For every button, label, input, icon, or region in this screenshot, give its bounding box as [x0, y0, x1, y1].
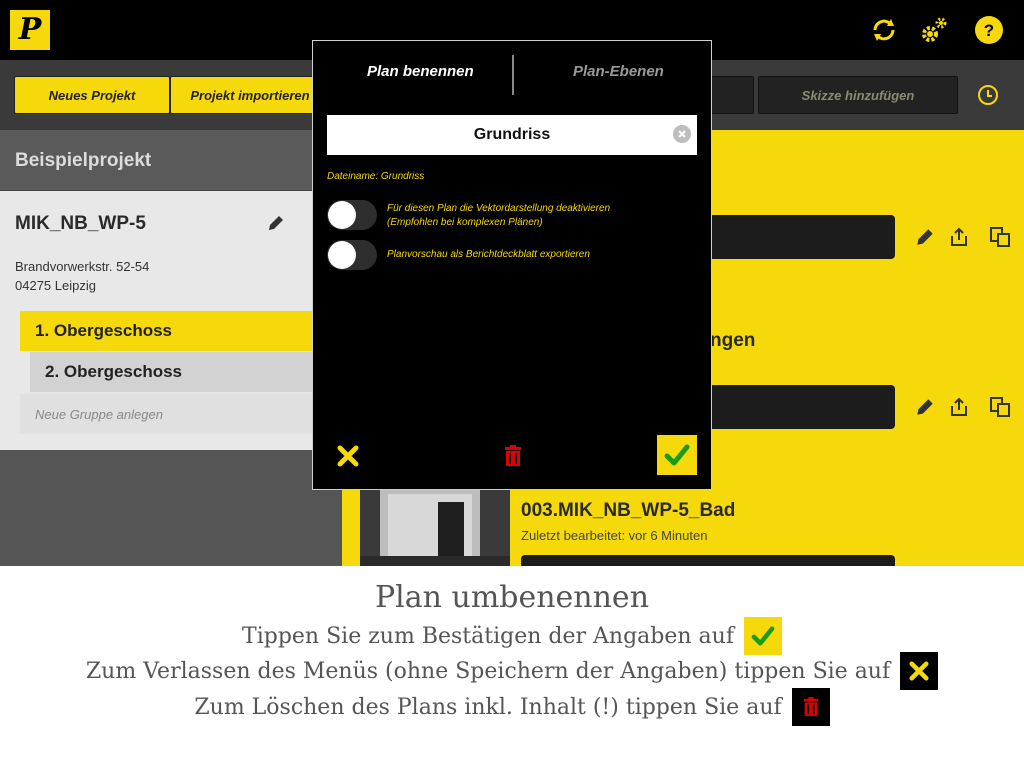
instruction-delete-text: Zum Löschen des Plans inkl. Inhalt (!) t… — [194, 694, 782, 720]
plan-name-input[interactable] — [327, 115, 697, 155]
settings-gears-icon[interactable] — [918, 14, 950, 46]
rename-plan-modal: Plan benennen Plan-Ebenen Dateiname: Gru… — [312, 40, 712, 490]
tab-divider — [512, 55, 514, 95]
instruction-confirm: Tippen Sie zum Bestätigen der Angaben au… — [0, 617, 1024, 655]
help-icon[interactable]: ? — [973, 14, 1005, 46]
close-x-icon — [337, 445, 359, 467]
vector-display-toggle[interactable] — [327, 200, 377, 230]
plan-title: ngen — [710, 330, 756, 351]
svg-text:?: ? — [984, 21, 994, 40]
cover-export-label: Planvorschau als Berichtdeckblatt export… — [387, 248, 590, 262]
instructions-panel: Plan umbenennen Tippen Sie zum Bestätige… — [0, 566, 1024, 768]
checkmark-icon — [743, 617, 782, 655]
import-project-button[interactable]: Projekt importieren — [170, 76, 330, 114]
duplicate-icon[interactable] — [987, 224, 1013, 250]
trash-icon — [505, 445, 521, 466]
instruction-delete: Zum Löschen des Plans inkl. Inhalt (!) t… — [0, 688, 1024, 726]
edit-pencil-icon[interactable] — [266, 213, 286, 238]
confirm-button[interactable] — [657, 435, 697, 475]
project-address-street: Brandvorwerkstr. 52-54 — [15, 259, 150, 274]
history-clock-icon[interactable] — [976, 83, 1000, 112]
instruction-cancel-text: Zum Verlassen des Menüs (ohne Speichern … — [85, 658, 891, 684]
duplicate-icon[interactable] — [987, 394, 1013, 420]
edit-pencil-icon[interactable] — [912, 224, 938, 250]
cover-export-toggle[interactable] — [327, 240, 377, 270]
project-card[interactable]: MIK_NB_WP-5 Brandvorwerkstr. 52-54 04275… — [0, 191, 342, 450]
project-address-city: 04275 Leipzig — [15, 278, 96, 293]
new-project-button[interactable]: Neues Projekt — [14, 76, 170, 114]
app-logo: P — [10, 10, 50, 50]
project-group-title: Beispielprojekt — [15, 150, 152, 171]
toggle-knob — [328, 241, 356, 269]
group-item-1[interactable]: 1. Obergeschoss — [20, 311, 342, 351]
close-x-icon — [900, 652, 939, 690]
clear-icon[interactable] — [673, 125, 691, 143]
share-icon[interactable] — [946, 394, 972, 420]
app-background: P ? Neues Projekt Projekt importieren Be… — [0, 0, 1024, 566]
instruction-confirm-text: Tippen Sie zum Bestätigen der Angaben au… — [242, 623, 734, 649]
checkmark-icon — [664, 444, 690, 466]
tab-plan-benennen[interactable]: Plan benennen — [367, 63, 474, 80]
trash-icon — [791, 688, 830, 726]
edit-pencil-icon[interactable] — [912, 394, 938, 420]
tab-plan-ebenen[interactable]: Plan-Ebenen — [573, 63, 664, 80]
add-sketch-button[interactable]: Skizze hinzufügen — [758, 76, 958, 114]
vector-display-label-line1: Für diesen Plan die Vektordarstellung de… — [387, 203, 611, 214]
left-toolbar: Neues Projekt Projekt importieren — [0, 60, 342, 130]
cancel-button[interactable] — [333, 441, 363, 471]
plan-last-edited: Zuletzt bearbeitet: vor 6 Minuten — [521, 528, 708, 543]
new-group-button[interactable]: Neue Gruppe anlegen — [20, 394, 342, 434]
cover-export-label-line1: Planvorschau als Berichtdeckblatt export… — [387, 249, 590, 260]
sync-icon[interactable] — [868, 14, 900, 46]
instructions-title: Plan umbenennen — [374, 580, 650, 615]
vector-display-label-line2: (Empfohlen bei komplexen Plänen) — [387, 217, 543, 228]
project-name: MIK_NB_WP-5 — [15, 213, 146, 234]
share-icon[interactable] — [946, 224, 972, 250]
plan-name-field[interactable] — [327, 115, 697, 155]
filename-label: Dateiname: Grundriss — [327, 171, 425, 182]
toggle-knob — [328, 201, 356, 229]
open-plan-button[interactable] — [521, 555, 895, 566]
vector-display-label: Für diesen Plan die Vektordarstellung de… — [387, 202, 610, 230]
group-item-2[interactable]: 2. Obergeschoss — [30, 352, 342, 392]
plan-title: 003.MIK_NB_WP-5_Bad — [521, 500, 736, 521]
instruction-cancel: Zum Verlassen des Menüs (ohne Speichern … — [0, 652, 1024, 690]
project-group-header[interactable]: Beispielprojekt — [0, 130, 342, 191]
delete-button[interactable] — [498, 441, 528, 471]
